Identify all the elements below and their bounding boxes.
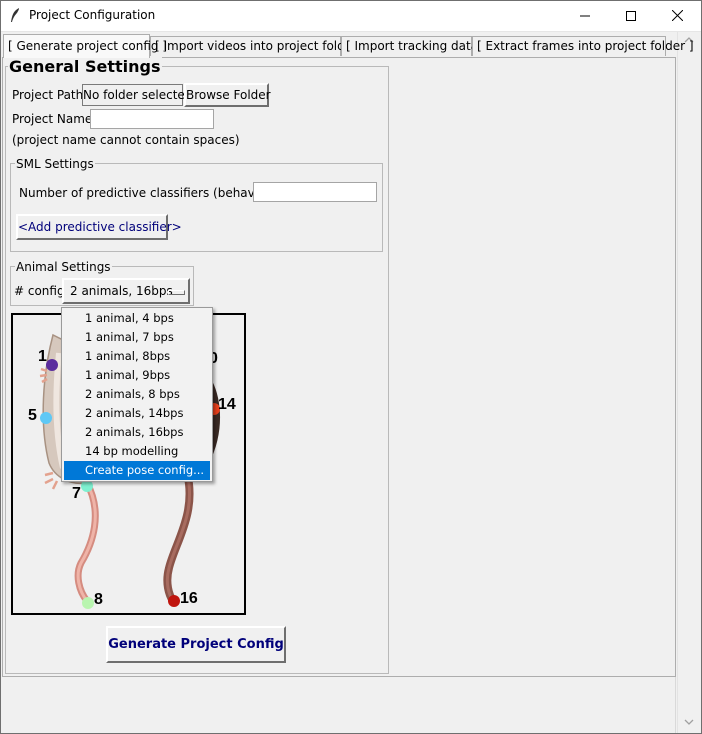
label-bodypart-8: 8 [94,591,103,608]
config-label: # config [14,284,65,298]
maximize-icon [626,10,636,21]
feather-icon [11,8,19,22]
tab-generate-project-config[interactable]: [ Generate project config ] [3,34,167,58]
menu-item-1-animal-9bps[interactable]: 1 animal, 9bps [64,366,210,385]
menu-item-2-animals-8bps[interactable]: 2 animals, 8 bps [64,385,210,404]
project-name-hint: (project name cannot contain spaces) [12,133,240,147]
label-bodypart-16: 16 [180,590,198,607]
general-settings-title: General Settings [8,57,162,76]
close-button[interactable] [654,0,700,31]
label-bodypart-7: 7 [72,485,81,502]
bodypart-16-marker [168,595,180,607]
animal-settings-title: Animal Settings [15,260,112,274]
menu-item-1-animal-8bps[interactable]: 1 animal, 8bps [64,347,210,366]
config-dropdown-menu: 1 animal, 4 bps 1 animal, 7 bps 1 animal… [61,307,213,482]
project-path-value: No folder selected [82,84,192,106]
option-menu-indicator-icon [168,290,185,295]
bodypart-5-marker [40,412,52,424]
project-name-label: Project Name: [12,112,97,126]
classifiers-input[interactable] [253,182,377,202]
classifiers-label: Number of predictive classifiers (behavi… [19,186,286,200]
browse-folder-button[interactable]: Browse Folder [184,83,271,107]
close-icon [671,10,683,21]
menu-item-14bp-modelling[interactable]: 14 bp modelling [64,442,210,461]
menu-item-2-animals-14bps[interactable]: 2 animals, 14bps [64,404,210,423]
window-title: Project Configuration [29,8,156,22]
menu-item-2-animals-16bps[interactable]: 2 animals, 16bps [64,423,210,442]
minimize-icon [580,15,590,16]
menu-item-1-animal-7bps[interactable]: 1 animal, 7 bps [64,328,210,347]
scroll-down-icon[interactable] [684,718,694,726]
bodypart-8-marker [82,597,94,609]
tab-import-videos[interactable]: [ Import videos into project folder ] [150,36,366,56]
vertical-scrollbar[interactable] [677,32,702,734]
sml-settings-title: SML Settings [15,157,95,171]
bodypart-1-marker [46,359,58,371]
bottom-area [2,677,676,734]
tab-extract-frames[interactable]: [ Extract frames into project folder ] [472,36,694,56]
tab-import-tracking-data[interactable]: [ Import tracking data ] [341,36,487,56]
label-bodypart-5: 5 [28,407,37,424]
label-bodypart-1: 1 [38,348,47,365]
minimize-button[interactable] [562,0,608,31]
config-select-value: 2 animals, 16bps [70,284,173,298]
menu-item-create-pose-config[interactable]: Create pose config... [64,461,210,480]
menu-item-1-animal-4bps[interactable]: 1 animal, 4 bps [64,309,210,328]
add-classifier-button[interactable]: <Add predictive classifier> [16,214,182,240]
config-select[interactable]: 2 animals, 16bps [62,278,190,304]
generate-project-config-button[interactable]: Generate Project Config [106,626,286,663]
project-name-input[interactable] [90,109,214,129]
project-path-label: Project Path: [12,88,88,102]
maximize-button[interactable] [608,0,654,31]
label-bodypart-14: 14 [218,396,236,413]
